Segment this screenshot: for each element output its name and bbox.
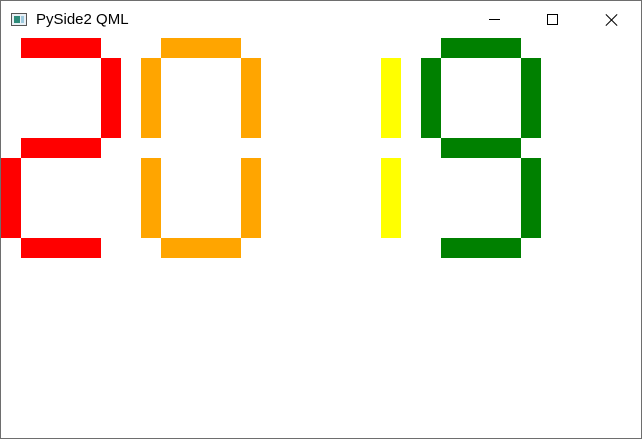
digit-9-segment-middle (441, 138, 521, 158)
title-bar[interactable]: PySide2 QML (1, 1, 641, 38)
digit-9-segment-top (441, 38, 521, 58)
digit-0-segment-bottom-right (241, 158, 261, 238)
digit-1-segment-bottom-right (381, 158, 401, 238)
digit-0-segment-top-left (141, 58, 161, 138)
seven-segment-display (1, 38, 641, 438)
digit-2-segment-bottom-left (1, 158, 21, 238)
digit-0-segment-bottom (161, 238, 241, 258)
digit-2-segment-top-right (101, 58, 121, 138)
digit-2 (1, 38, 123, 260)
digit-0-segment-bottom-left (141, 158, 161, 238)
digit-2-segment-bottom (21, 238, 101, 258)
digit-9-segment-bottom (441, 238, 521, 258)
maximize-icon (546, 14, 558, 25)
digit-9-segment-top-right (521, 58, 541, 138)
qt-app-icon (11, 13, 27, 26)
digit-1 (281, 38, 403, 260)
digit-0 (141, 38, 263, 260)
digit-9-segment-bottom-right (521, 158, 541, 238)
app-window: PySide2 QML (0, 0, 642, 439)
digit-2-segment-top (21, 38, 101, 58)
digit-0-segment-top (161, 38, 241, 58)
digit-2-segment-middle (21, 138, 101, 158)
minimize-icon (488, 19, 500, 20)
digit-9 (421, 38, 543, 260)
maximize-button[interactable] (529, 1, 575, 38)
minimize-button[interactable] (471, 1, 517, 38)
digit-9-segment-top-left (421, 58, 441, 138)
window-title: PySide2 QML (36, 11, 129, 28)
digit-0-segment-top-right (241, 58, 261, 138)
digit-1-segment-top-right (381, 58, 401, 138)
close-button[interactable] (589, 1, 635, 38)
close-icon (605, 13, 619, 27)
